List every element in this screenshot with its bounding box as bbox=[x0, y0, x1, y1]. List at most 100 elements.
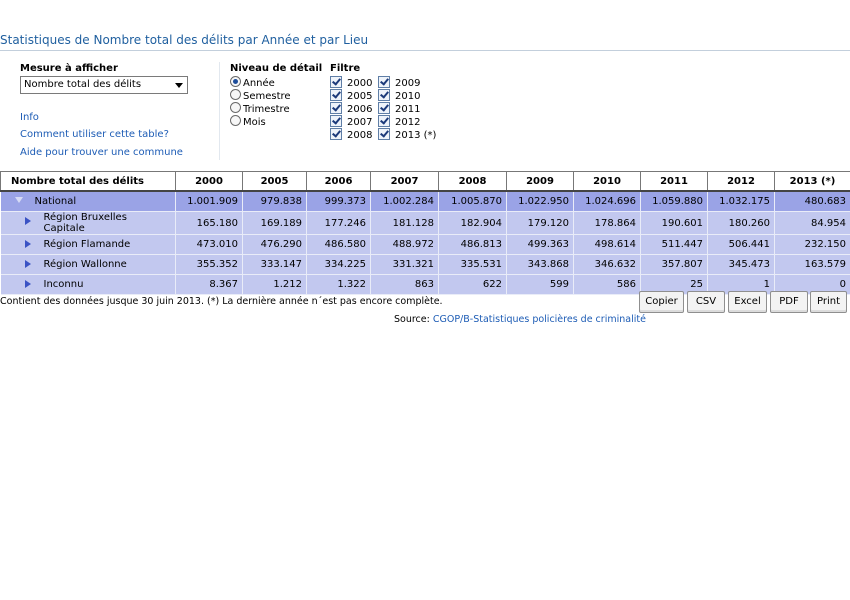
table-cell: 190.601 bbox=[640, 211, 708, 235]
statistics-table: Nombre total des délits 2000 2005 2006 2… bbox=[0, 171, 850, 295]
checkbox-checked-icon bbox=[330, 76, 342, 88]
table-cell: 999.373 bbox=[306, 191, 371, 212]
column-header[interactable]: 2011 bbox=[640, 171, 708, 192]
radio-icon bbox=[230, 89, 241, 100]
table-cell: 331.321 bbox=[370, 254, 439, 275]
measure-label: Mesure à afficher bbox=[20, 63, 118, 74]
radio-trimestre[interactable]: Trimestre bbox=[230, 102, 290, 115]
row-label-cell[interactable]: National bbox=[0, 191, 176, 212]
table-cell: 343.868 bbox=[506, 254, 574, 275]
copy-button[interactable]: Copier bbox=[639, 291, 684, 313]
row-label-cell[interactable]: Région Bruxelles Capitale bbox=[0, 211, 176, 235]
filter-checkbox-2008[interactable]: 2008 bbox=[330, 128, 372, 141]
checkbox-label: 2012 bbox=[395, 117, 421, 128]
expand-arrow-icon[interactable] bbox=[24, 217, 31, 225]
find-commune-link[interactable]: Aide pour trouver une commune bbox=[20, 147, 183, 158]
vertical-divider bbox=[219, 62, 220, 160]
column-header[interactable]: 2012 bbox=[707, 171, 775, 192]
filter-checkbox-2010[interactable]: 2010 bbox=[378, 89, 420, 102]
table-row[interactable]: Région Wallonne 355.352 333.147 334.225 … bbox=[0, 254, 850, 275]
filter-checkbox-2009[interactable]: 2009 bbox=[378, 76, 420, 89]
csv-button[interactable]: CSV bbox=[687, 291, 725, 313]
filter-checkbox-2005[interactable]: 2005 bbox=[330, 89, 372, 102]
table-cell: 178.864 bbox=[573, 211, 641, 235]
column-header[interactable]: 2009 bbox=[506, 171, 574, 192]
expand-arrow-icon[interactable] bbox=[24, 240, 31, 248]
table-cell: 177.246 bbox=[306, 211, 371, 235]
table-cell: 1.024.696 bbox=[573, 191, 641, 212]
table-row[interactable]: Région Bruxelles Capitale 165.180 169.18… bbox=[0, 211, 850, 235]
table-cell: 1.059.880 bbox=[640, 191, 708, 212]
table-cell: 1.005.870 bbox=[438, 191, 507, 212]
table-cell: 1.032.175 bbox=[707, 191, 775, 212]
table-cell: 622 bbox=[438, 274, 507, 295]
table-cell: 84.954 bbox=[774, 211, 850, 235]
table-cell: 1.001.909 bbox=[175, 191, 243, 212]
print-button[interactable]: Print bbox=[810, 291, 847, 313]
column-header[interactable]: 2000 bbox=[175, 171, 243, 192]
collapse-arrow-icon[interactable] bbox=[14, 197, 23, 203]
table-cell: 586 bbox=[573, 274, 641, 295]
table-cell: 498.614 bbox=[573, 234, 641, 255]
column-header[interactable]: 2007 bbox=[370, 171, 439, 192]
expand-arrow-icon[interactable] bbox=[24, 260, 31, 268]
column-header[interactable]: 2010 bbox=[573, 171, 641, 192]
table-row[interactable]: Région Flamande 473.010 476.290 486.580 … bbox=[0, 234, 850, 255]
pdf-button[interactable]: PDF bbox=[770, 291, 808, 313]
table-cell: 979.838 bbox=[242, 191, 307, 212]
column-header[interactable]: 2008 bbox=[438, 171, 507, 192]
radio-icon bbox=[230, 115, 241, 126]
radio-label: Semestre bbox=[243, 91, 291, 102]
row-label-cell[interactable]: Inconnu bbox=[0, 274, 176, 295]
checkbox-label: 2008 bbox=[347, 130, 373, 141]
table-row[interactable]: National 1.001.909 979.838 999.373 1.002… bbox=[0, 191, 850, 212]
filter-checkbox-2013[interactable]: 2013 (*) bbox=[378, 128, 436, 141]
filter-checkbox-2007[interactable]: 2007 bbox=[330, 115, 372, 128]
source-link[interactable]: CGOP/B-Statistiques policières de crimin… bbox=[433, 314, 646, 325]
checkbox-label: 2010 bbox=[395, 91, 421, 102]
table-cell: 480.683 bbox=[774, 191, 850, 212]
filter-checkbox-2006[interactable]: 2006 bbox=[330, 102, 372, 115]
filter-label: Filtre bbox=[330, 63, 361, 74]
table-cell: 169.189 bbox=[242, 211, 307, 235]
measure-select[interactable]: Nombre total des délits bbox=[20, 76, 188, 94]
how-to-link[interactable]: Comment utiliser cette table? bbox=[20, 129, 169, 140]
radio-label: Mois bbox=[243, 117, 266, 128]
table-cell: 486.813 bbox=[438, 234, 507, 255]
table-cell: 499.363 bbox=[506, 234, 574, 255]
filter-checkbox-2011[interactable]: 2011 bbox=[378, 102, 420, 115]
checkbox-checked-icon bbox=[378, 128, 390, 140]
expand-arrow-icon[interactable] bbox=[24, 280, 31, 288]
chevron-down-icon bbox=[175, 83, 183, 88]
data-footnote: Contient des données jusque 30 juin 2013… bbox=[0, 296, 443, 307]
checkbox-label: 2000 bbox=[347, 78, 373, 89]
filter-checkbox-2000[interactable]: 2000 bbox=[330, 76, 372, 89]
excel-button[interactable]: Excel bbox=[728, 291, 767, 313]
table-cell: 181.128 bbox=[370, 211, 439, 235]
row-label: Inconnu bbox=[43, 279, 84, 290]
checkbox-label: 2006 bbox=[347, 104, 373, 115]
table-cell: 179.120 bbox=[506, 211, 574, 235]
filter-checkbox-2012[interactable]: 2012 bbox=[378, 115, 420, 128]
source-prefix: Source: bbox=[394, 314, 433, 325]
checkbox-label: 2011 bbox=[395, 104, 421, 115]
radio-mois[interactable]: Mois bbox=[230, 115, 266, 128]
info-link[interactable]: Info bbox=[20, 112, 39, 123]
row-label-cell[interactable]: Région Wallonne bbox=[0, 254, 176, 275]
checkbox-checked-icon bbox=[378, 115, 390, 127]
radio-annee[interactable]: Année bbox=[230, 76, 275, 89]
column-header[interactable]: 2006 bbox=[306, 171, 371, 192]
checkbox-checked-icon bbox=[330, 128, 342, 140]
table-cell: 476.290 bbox=[242, 234, 307, 255]
table-cell: 1.002.284 bbox=[370, 191, 439, 212]
table-cell: 333.147 bbox=[242, 254, 307, 275]
column-header[interactable]: 2005 bbox=[242, 171, 307, 192]
checkbox-label: 2013 (*) bbox=[395, 130, 437, 141]
radio-semestre[interactable]: Semestre bbox=[230, 89, 291, 102]
column-header[interactable]: 2013 (*) bbox=[774, 171, 850, 192]
table-cell: 488.972 bbox=[370, 234, 439, 255]
checkbox-label: 2009 bbox=[395, 78, 421, 89]
checkbox-checked-icon bbox=[330, 89, 342, 101]
row-label-cell[interactable]: Région Flamande bbox=[0, 234, 176, 255]
column-header[interactable]: Nombre total des délits bbox=[0, 171, 176, 192]
